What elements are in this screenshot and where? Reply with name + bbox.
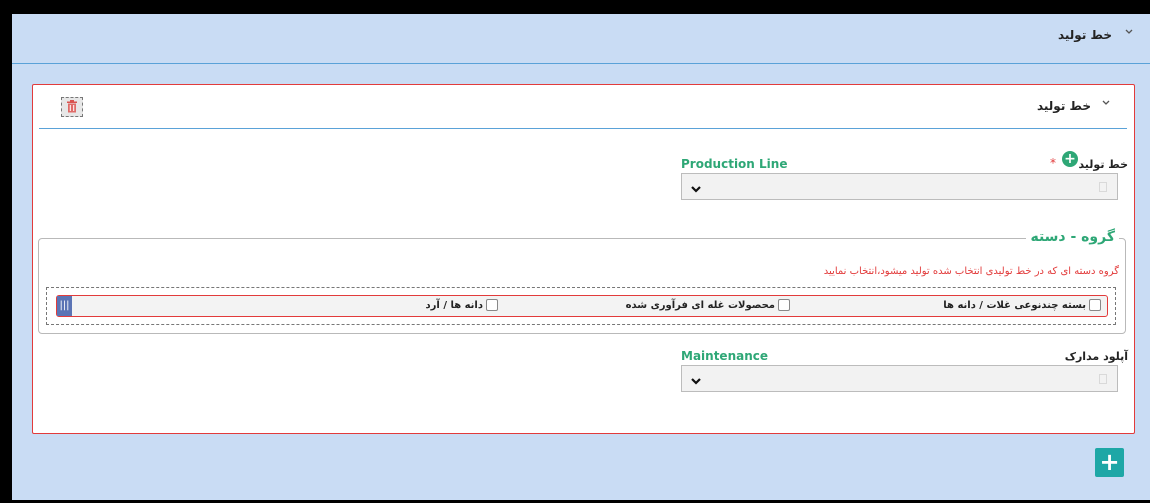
maintenance-select[interactable] [681,365,1118,392]
trash-icon [66,98,78,117]
group-option-label: بسته چندنوعی غلات / دانه ها [943,299,1086,311]
select-handle [1099,182,1107,192]
group-option-label: محصولات غله ای فرآوری شده [625,299,775,311]
production-line-label: Production Line [681,157,788,171]
group-note: گروه دسته ای که در خط تولیدی انتخاب شده … [823,266,1119,277]
group-legend: گروه - دسته [1026,229,1119,245]
group-options-wrapper: ||| بسته چندنوعی غلات / دانه ها محصولات … [46,287,1116,325]
group-option-grains-flour[interactable]: دانه ها / آرد [426,299,498,311]
production-line-panel: خط تولید خط تولید خط تولید + * Productio… [12,14,1150,500]
production-line-label-fa: خط تولید [1078,158,1128,171]
card-title: خط تولید [1036,99,1091,113]
chevron-down-icon [690,372,702,385]
group-options-row: ||| بسته چندنوعی غلات / دانه ها محصولات … [56,295,1108,317]
select-handle [1099,374,1107,384]
group-option-mixed-cereals[interactable]: بسته چندنوعی غلات / دانه ها [943,299,1101,311]
group-option-processed-grain[interactable]: محصولات غله ای فرآوری شده [626,299,790,311]
required-mark: * [1050,156,1056,170]
documents-label-fa: آپلود مدارک [1064,350,1128,363]
production-line-select[interactable] [681,173,1118,200]
checkbox[interactable] [1089,299,1101,311]
add-button[interactable]: + [1095,448,1124,477]
delete-button[interactable] [61,97,83,117]
group-fieldset: گروه - دسته گروه دسته ای که در خط تولیدی… [38,229,1126,334]
checkbox[interactable] [778,299,790,311]
drag-handle-icon[interactable]: ||| [57,296,72,316]
production-line-card: خط تولید خط تولید + * Production Line گر… [32,84,1135,434]
panel-title: خط تولید [1057,28,1112,42]
checkbox[interactable] [486,299,498,311]
maintenance-label: Maintenance [681,349,769,363]
chevron-down-icon [690,180,702,193]
plus-circle-icon[interactable]: + [1062,151,1078,167]
card-header[interactable]: خط تولید [39,85,1127,129]
plus-icon: + [1099,448,1120,476]
group-option-label: دانه ها / آرد [425,299,483,311]
panel-header[interactable]: خط تولید [12,14,1150,64]
chevron-down-icon[interactable] [1101,98,1111,111]
chevron-down-icon[interactable] [1124,27,1134,40]
